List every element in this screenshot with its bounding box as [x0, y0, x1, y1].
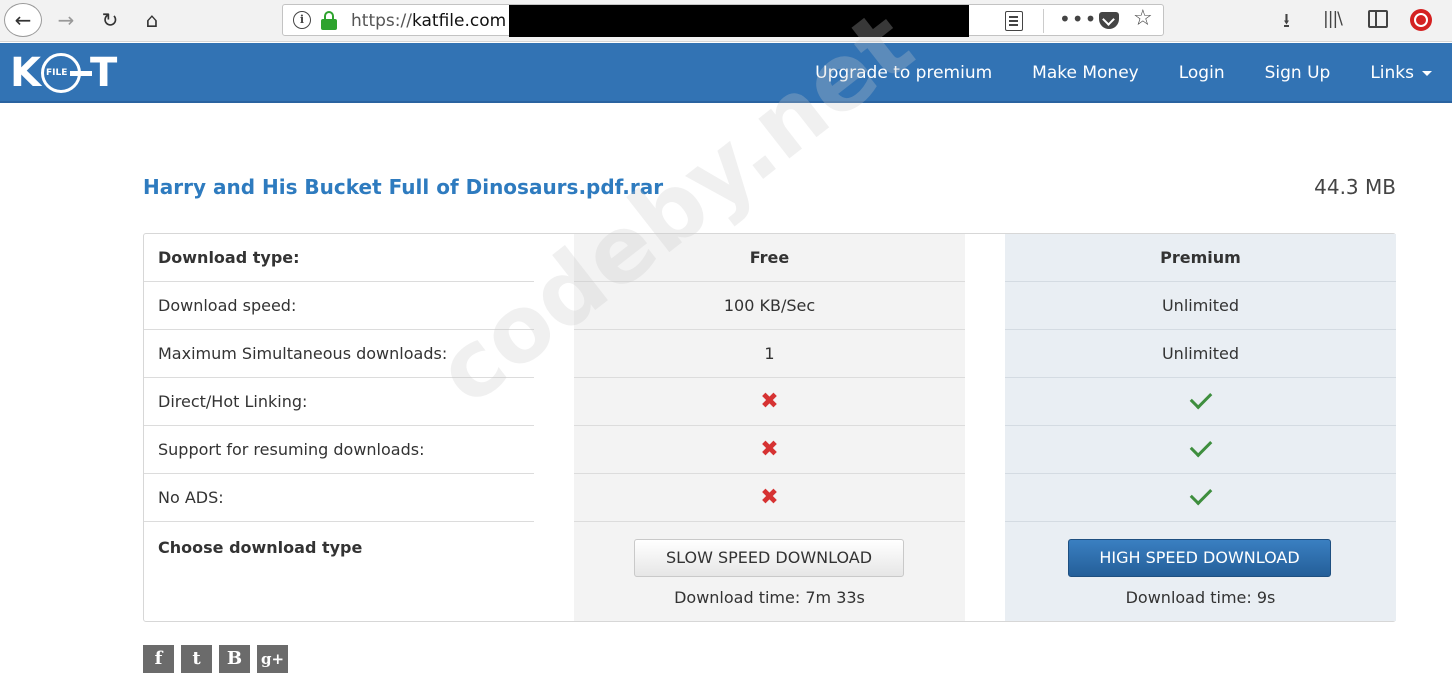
free-value: ✖	[574, 426, 965, 474]
file-size: 44.3 MB	[1314, 175, 1396, 199]
logo-letter-k: K	[10, 50, 41, 96]
header-free: Free	[574, 234, 965, 282]
logo-letter-t: T	[90, 50, 117, 96]
free-value: ✖	[574, 378, 965, 426]
social-share-bar: f t B g+	[143, 645, 288, 673]
sidebar-icon[interactable]	[1368, 10, 1388, 28]
twitter-icon[interactable]: t	[181, 645, 212, 673]
lock-icon	[321, 11, 337, 30]
premium-value	[1005, 378, 1396, 426]
cross-icon: ✖	[760, 437, 779, 462]
premium-download-time: Download time: 9s	[1125, 588, 1276, 607]
row-label: No ADS:	[144, 474, 534, 522]
site-navbar: K FILE T Upgrade to premium Make Money L…	[0, 43, 1452, 103]
home-icon[interactable]: ⌂	[136, 4, 168, 36]
free-value: 100 KB/Sec	[574, 282, 965, 330]
cross-icon: ✖	[760, 485, 779, 510]
premium-value	[1005, 474, 1396, 522]
check-icon	[1189, 482, 1212, 505]
url-scheme: https://	[351, 11, 412, 31]
row-label: Maximum Simultaneous downloads:	[144, 330, 534, 378]
free-download-time: Download time: 7m 33s	[674, 588, 865, 607]
redacted-region	[509, 5, 969, 37]
table-row: No ADS: ✖	[144, 474, 1396, 522]
premium-value: Unlimited	[1005, 282, 1396, 330]
table-row: Download speed: 100 KB/Sec Unlimited	[144, 282, 1396, 330]
forward-arrow-icon[interactable]: →	[50, 4, 82, 36]
logo-circle-text: FILE	[46, 68, 68, 78]
logo-circle: FILE	[41, 53, 92, 93]
table-row: Direct/Hot Linking: ✖	[144, 378, 1396, 426]
table-row: Support for resuming downloads: ✖	[144, 426, 1396, 474]
cross-icon: ✖	[760, 389, 779, 414]
nav-sign-up[interactable]: Sign Up	[1245, 63, 1351, 83]
back-arrow-icon[interactable]: ←	[4, 3, 42, 37]
file-name[interactable]: Harry and His Bucket Full of Dinosaurs.p…	[143, 175, 663, 199]
header-premium: Premium	[1005, 234, 1396, 282]
google-plus-icon[interactable]: g+	[257, 645, 288, 673]
header-label: Download type:	[144, 234, 534, 282]
reload-icon[interactable]: ↻	[94, 4, 126, 36]
table-row: Maximum Simultaneous downloads: 1 Unlimi…	[144, 330, 1396, 378]
address-bar[interactable]: i https://katfile.com ••• ☆	[282, 4, 1164, 37]
choose-download-type-label: Choose download type	[158, 538, 363, 557]
row-label: Support for resuming downloads:	[144, 426, 534, 474]
free-value: ✖	[574, 474, 965, 522]
info-icon[interactable]: i	[293, 11, 311, 29]
url-text[interactable]: https://katfile.com	[351, 11, 506, 31]
katfile-logo[interactable]: K FILE T	[10, 50, 117, 96]
facebook-icon[interactable]: f	[143, 645, 174, 673]
row-label: Direct/Hot Linking:	[144, 378, 534, 426]
premium-value	[1005, 426, 1396, 474]
browser-toolbar: ← → ↻ ⌂ i https://katfile.com ••• ☆ ⭳ ||…	[0, 0, 1452, 42]
addon-icon[interactable]	[1410, 9, 1432, 31]
bookmark-star-icon[interactable]: ☆	[1133, 6, 1153, 31]
pocket-icon[interactable]	[1099, 12, 1119, 29]
high-speed-download-button[interactable]: HIGH SPEED DOWNLOAD	[1068, 539, 1331, 577]
row-label: Download speed:	[144, 282, 534, 330]
nav-links: Upgrade to premium Make Money Login Sign…	[795, 43, 1452, 103]
nav-login[interactable]: Login	[1159, 63, 1245, 83]
reader-view-icon[interactable]	[1005, 11, 1023, 31]
check-icon	[1189, 434, 1212, 457]
download-comparison-table: Download type: Free Premium Download spe…	[143, 233, 1396, 622]
more-actions-icon[interactable]: •••	[1059, 7, 1097, 31]
nav-make-money[interactable]: Make Money	[1012, 63, 1159, 83]
downloads-icon[interactable]: ⭳	[1283, 6, 1290, 40]
table-header-row: Download type: Free Premium	[144, 234, 1396, 282]
nav-upgrade-premium[interactable]: Upgrade to premium	[795, 63, 1012, 83]
vk-icon[interactable]: B	[219, 645, 250, 673]
url-separator	[1043, 9, 1044, 33]
check-icon	[1189, 386, 1212, 409]
nav-links-dropdown[interactable]: Links	[1350, 63, 1452, 83]
slow-speed-download-button[interactable]: SLOW SPEED DOWNLOAD	[634, 539, 904, 577]
url-host: katfile.com	[411, 11, 507, 31]
premium-value: Unlimited	[1005, 330, 1396, 378]
library-icon[interactable]: |||\	[1323, 9, 1343, 29]
free-value: 1	[574, 330, 965, 378]
